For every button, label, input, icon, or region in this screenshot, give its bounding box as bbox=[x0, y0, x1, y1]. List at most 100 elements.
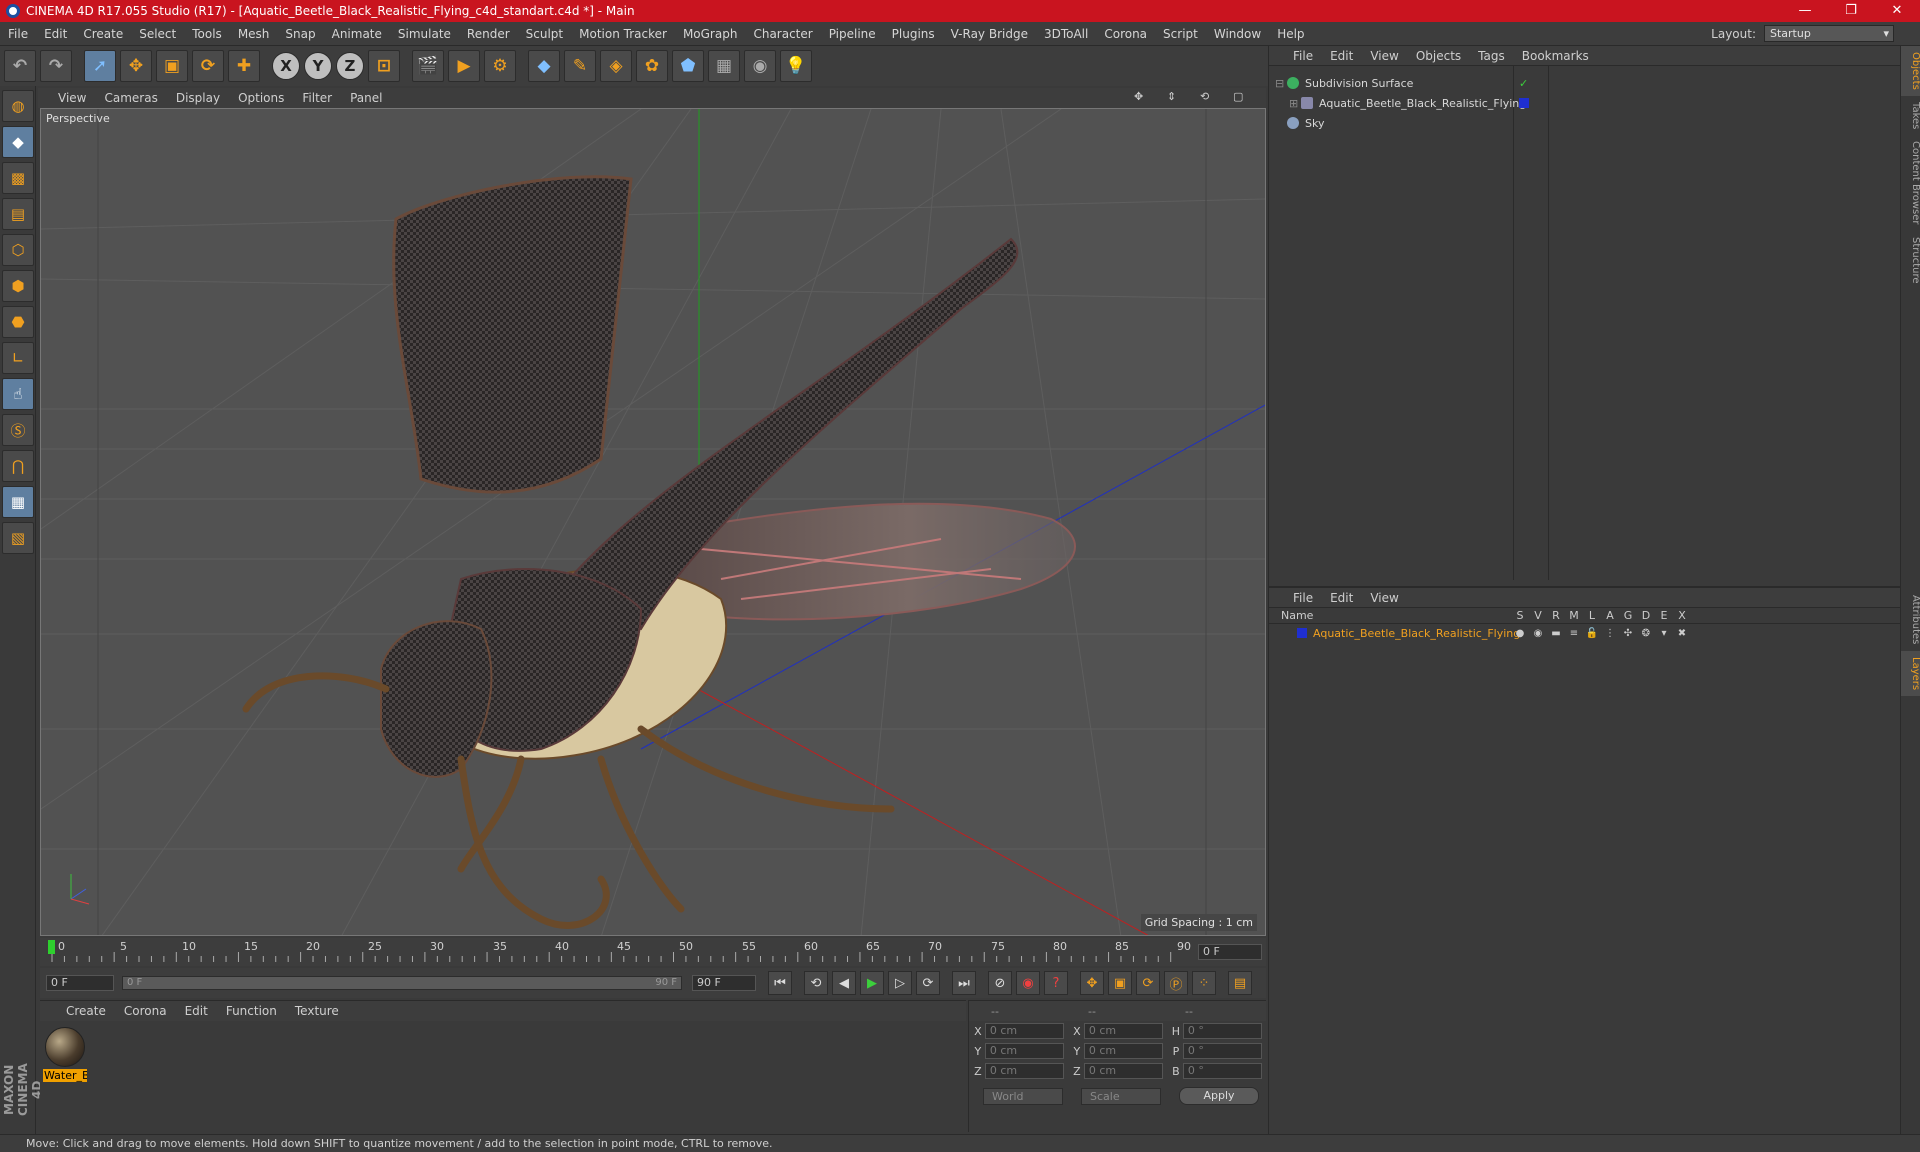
menu-animate[interactable]: Animate bbox=[324, 27, 390, 41]
tab-takes[interactable]: Takes bbox=[1901, 96, 1920, 135]
apply-button[interactable]: Apply bbox=[1179, 1087, 1259, 1105]
layer-color-swatch[interactable] bbox=[1297, 628, 1307, 638]
floor-environment-icon[interactable]: ▦ bbox=[708, 50, 740, 82]
viewport-menu-display[interactable]: Display bbox=[176, 91, 220, 105]
tab-structure[interactable]: Structure bbox=[1901, 231, 1920, 290]
deformer-icon[interactable]: ⬟ bbox=[672, 50, 704, 82]
viewport-menu-filter[interactable]: Filter bbox=[302, 91, 332, 105]
tab-layers[interactable]: Layers bbox=[1901, 650, 1920, 696]
object-row-subdivision-surface[interactable]: ⊟ Subdivision Surface ✓ bbox=[1275, 74, 1895, 92]
workplane-mode-icon[interactable]: ▤ bbox=[2, 198, 34, 230]
menu-mesh[interactable]: Mesh bbox=[230, 27, 278, 41]
undo-icon[interactable]: ↶ bbox=[4, 50, 36, 82]
rotation-h-field[interactable]: 0 ° bbox=[1182, 1023, 1262, 1039]
key-pla-icon[interactable]: ⁘ bbox=[1192, 971, 1216, 995]
menu-sculpt[interactable]: Sculpt bbox=[518, 27, 571, 41]
size-mode-dropdown[interactable]: Scale bbox=[1081, 1087, 1161, 1105]
menu-character[interactable]: Character bbox=[745, 27, 820, 41]
texture-mode-icon[interactable]: ▩ bbox=[2, 162, 34, 194]
cube-primitive-icon[interactable]: ◆ bbox=[528, 50, 560, 82]
enabled-check-icon[interactable]: ✓ bbox=[1519, 77, 1528, 90]
menu-help[interactable]: Help bbox=[1269, 27, 1312, 41]
viewport-rotate-icon[interactable]: ⟲ bbox=[1200, 90, 1215, 103]
layer-solo-icon[interactable]: ● bbox=[1511, 628, 1529, 639]
viewport-menu-panel[interactable]: Panel bbox=[350, 91, 382, 105]
menu-motion-tracker[interactable]: Motion Tracker bbox=[571, 27, 675, 41]
menu-edit[interactable]: Edit bbox=[36, 27, 75, 41]
menu-plugins[interactable]: Plugins bbox=[884, 27, 943, 41]
tab-attributes[interactable]: Attributes bbox=[1901, 589, 1920, 650]
layer-color-swatch[interactable] bbox=[1519, 98, 1529, 108]
move-tool-icon[interactable]: ✥ bbox=[120, 50, 152, 82]
size-y-field[interactable]: 0 cm bbox=[1083, 1043, 1163, 1059]
key-position-icon[interactable]: ✥ bbox=[1080, 971, 1104, 995]
play-icon[interactable]: ▶ bbox=[860, 971, 884, 995]
render-picture-viewer-icon[interactable]: ▶ bbox=[448, 50, 480, 82]
layer-expressions-icon[interactable]: ▾ bbox=[1655, 628, 1673, 639]
menu-corona[interactable]: Corona bbox=[1096, 27, 1155, 41]
layer-animation-icon[interactable]: ⋮ bbox=[1601, 628, 1619, 639]
polygons-mode-icon[interactable]: ⬣ bbox=[2, 306, 34, 338]
subdivision-generator-icon[interactable]: ◈ bbox=[600, 50, 632, 82]
menu-snap[interactable]: Snap bbox=[277, 27, 323, 41]
y-axis-lock-icon[interactable]: Y bbox=[304, 52, 332, 80]
cloner-icon[interactable]: ✿ bbox=[636, 50, 668, 82]
recent-tool-icon[interactable]: ✚ bbox=[228, 50, 260, 82]
layer-render-icon[interactable]: ▬ bbox=[1547, 628, 1565, 639]
key-parameter-icon[interactable]: Ⓟ bbox=[1164, 971, 1188, 995]
record-keys-icon[interactable]: ◉ bbox=[1016, 971, 1040, 995]
coordinate-mode-dropdown[interactable]: World bbox=[983, 1087, 1063, 1105]
size-z-field[interactable]: 0 cm bbox=[1083, 1063, 1163, 1079]
go-to-end-icon[interactable]: ⏭ bbox=[952, 971, 976, 995]
material-menu-edit[interactable]: Edit bbox=[185, 1004, 208, 1018]
edges-mode-icon[interactable]: ⬢ bbox=[2, 270, 34, 302]
close-button[interactable]: ✕ bbox=[1874, 0, 1920, 22]
menu-create[interactable]: Create bbox=[75, 27, 131, 41]
menu-tools[interactable]: Tools bbox=[184, 27, 230, 41]
restore-button[interactable]: ❐ bbox=[1828, 0, 1874, 22]
key-scale-icon[interactable]: ▣ bbox=[1108, 971, 1132, 995]
next-frame-icon[interactable]: ▷ bbox=[888, 971, 912, 995]
material-menu-texture[interactable]: Texture bbox=[295, 1004, 339, 1018]
autokey-icon[interactable]: ? bbox=[1044, 971, 1068, 995]
menu-window[interactable]: Window bbox=[1206, 27, 1269, 41]
go-to-start-icon[interactable]: ⏮ bbox=[768, 971, 792, 995]
light-icon[interactable]: 💡 bbox=[780, 50, 812, 82]
position-y-field[interactable]: 0 cm bbox=[984, 1043, 1064, 1059]
motion-record-icon[interactable]: ⊘ bbox=[988, 971, 1012, 995]
end-frame-field[interactable]: 90 F bbox=[692, 975, 756, 991]
preview-range-slider[interactable]: 0 F 90 F bbox=[122, 976, 682, 990]
workplane-lock-icon[interactable]: ▦ bbox=[2, 486, 34, 518]
snap-icon[interactable]: ⋂ bbox=[2, 450, 34, 482]
viewport-maximize-icon[interactable]: ▢ bbox=[1233, 90, 1248, 103]
expand-toggle-icon[interactable]: ⊟ bbox=[1275, 77, 1287, 90]
layer-manager-icon[interactable]: ≡ bbox=[1565, 628, 1583, 639]
z-axis-lock-icon[interactable]: Z bbox=[336, 52, 364, 80]
next-key-icon[interactable]: ⟳ bbox=[916, 971, 940, 995]
menu-vray-bridge[interactable]: V-Ray Bridge bbox=[943, 27, 1036, 41]
layer-menu-view[interactable]: View bbox=[1370, 591, 1398, 605]
pen-spline-icon[interactable]: ✎ bbox=[564, 50, 596, 82]
viewport-zoom-icon[interactable]: ⇕ bbox=[1167, 90, 1182, 103]
axis-mode-icon[interactable]: ∟ bbox=[2, 342, 34, 374]
material-menu-corona[interactable]: Corona bbox=[124, 1004, 167, 1018]
render-view-icon[interactable]: 🎬 bbox=[412, 50, 444, 82]
object-menu-tags[interactable]: Tags bbox=[1478, 49, 1505, 63]
camera-icon[interactable]: ◉ bbox=[744, 50, 776, 82]
object-row-sky[interactable]: Sky bbox=[1275, 114, 1895, 132]
viewport-menu-cameras[interactable]: Cameras bbox=[104, 91, 157, 105]
grid-snap-icon[interactable]: ▧ bbox=[2, 522, 34, 554]
rotation-b-field[interactable]: 0 ° bbox=[1182, 1063, 1262, 1079]
size-x-field[interactable]: 0 cm bbox=[1083, 1023, 1163, 1039]
menu-file[interactable]: File bbox=[0, 27, 36, 41]
timeline[interactable]: 0 5 10 15 20 25 30 35 40 45 50 55 60 65 … bbox=[40, 938, 1266, 966]
viewport-move-icon[interactable]: ✥ bbox=[1134, 90, 1149, 103]
object-menu-bookmarks[interactable]: Bookmarks bbox=[1522, 49, 1589, 63]
layer-deformers-icon[interactable]: ❂ bbox=[1637, 628, 1655, 639]
3d-viewport[interactable]: Perspective Grid Spacing : 1 cm bbox=[40, 108, 1266, 936]
tab-content-browser[interactable]: Content Browser bbox=[1901, 135, 1920, 230]
layer-row[interactable]: Aquatic_Beetle_Black_Realistic_Flying ● … bbox=[1269, 624, 1901, 642]
menu-mograph[interactable]: MoGraph bbox=[675, 27, 746, 41]
key-rotation-icon[interactable]: ⟳ bbox=[1136, 971, 1160, 995]
render-settings-icon[interactable]: ⚙ bbox=[484, 50, 516, 82]
